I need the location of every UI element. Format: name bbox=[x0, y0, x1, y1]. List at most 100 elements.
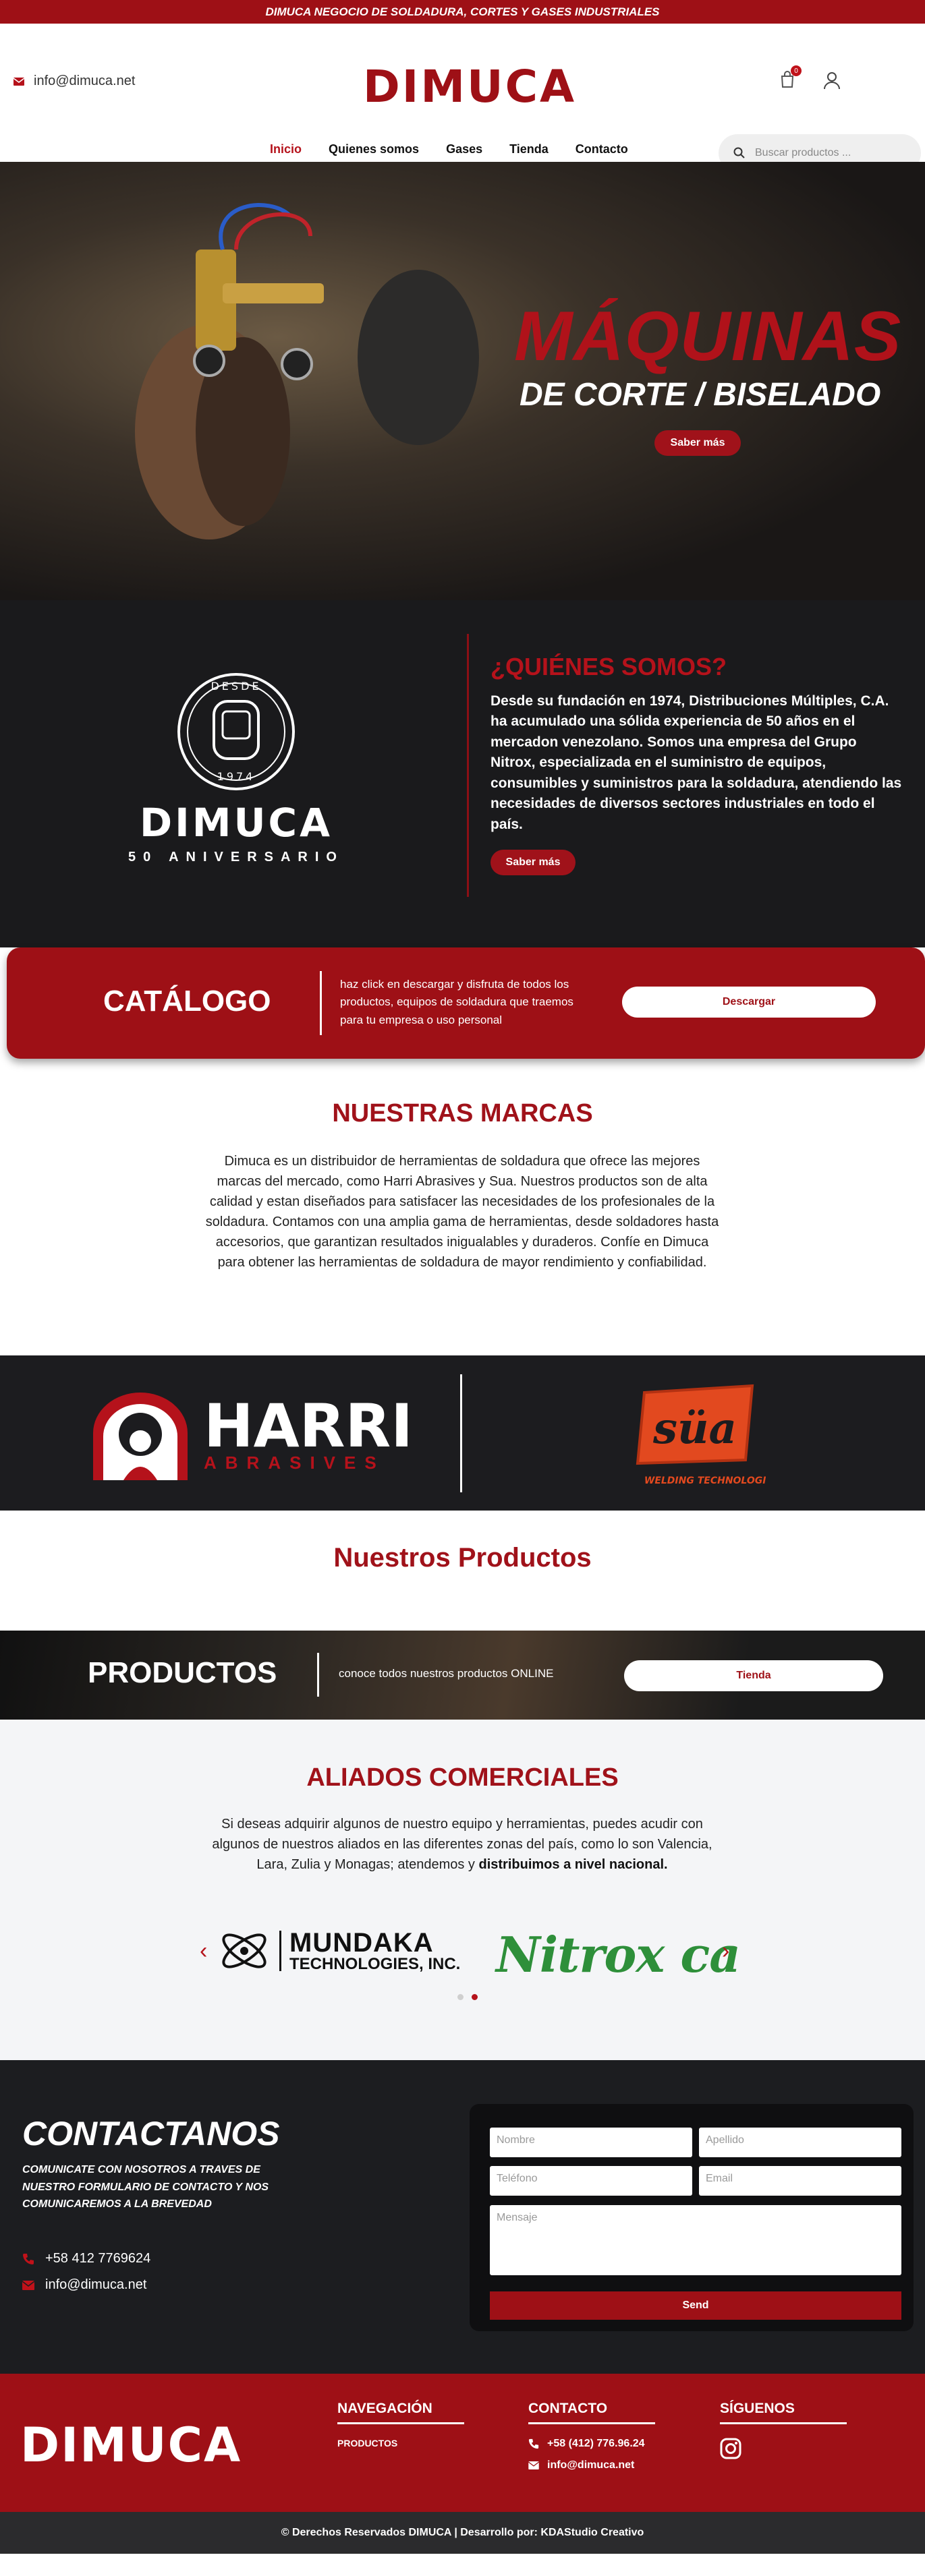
tienda-button[interactable]: Tienda bbox=[624, 1660, 883, 1691]
send-button[interactable]: Send bbox=[490, 2291, 901, 2320]
products-divider bbox=[317, 1653, 319, 1697]
harri-mascot-icon bbox=[93, 1393, 188, 1480]
about-brand: DIMUCA bbox=[140, 800, 333, 846]
brand-logos-strip: HARRI ABRASIVES süa WELDING TECHNOLOGIES bbox=[0, 1355, 925, 1511]
about-anniversary: 50 ANIVERSARIO bbox=[128, 850, 344, 865]
header-email-text: info@dimuca.net bbox=[34, 74, 136, 88]
contact-section: CONTACTANOS COMUNICATE CON NOSOTROS A TR… bbox=[0, 2060, 925, 2374]
footer-contact-column: CONTACTO +58 (412) 776.96.24 info@dimuca… bbox=[528, 2401, 655, 2481]
catalog-title: CATÁLOGO bbox=[103, 985, 271, 1018]
catalog-text: haz click en descargar y disfruta de tod… bbox=[340, 978, 573, 1026]
footer-nav-productos[interactable]: PRODUCTOS bbox=[337, 2438, 464, 2449]
nav-item-contacto[interactable]: Contacto bbox=[576, 142, 628, 156]
about-divider bbox=[467, 634, 469, 897]
cart-icon[interactable]: 0 bbox=[779, 65, 802, 88]
footer-social-title: SÍGUENOS bbox=[720, 2401, 847, 2424]
hero-saber-mas-button[interactable]: Saber más bbox=[654, 430, 741, 456]
phone-icon bbox=[528, 2438, 539, 2449]
copyright-text: © Derechos Reservados DIMUCA | Desarroll… bbox=[281, 2527, 644, 2538]
footer-phone[interactable]: +58 (412) 776.96.24 bbox=[528, 2438, 655, 2450]
hero-banner: MÁQUINAS DE CORTE / BISELADO Saber más bbox=[0, 162, 925, 600]
harri-abrasives-logo[interactable]: HARRI ABRASIVES bbox=[86, 1393, 413, 1480]
announcement-text: DIMUCA NEGOCIO DE SOLDADURA, CORTES Y GA… bbox=[265, 5, 660, 18]
email-field[interactable]: Email bbox=[699, 2166, 901, 2196]
envelope-icon bbox=[528, 2461, 539, 2469]
footer-logo[interactable]: DIMUCA bbox=[20, 2418, 242, 2473]
allies-section: ALIADOS COMERCIALES Si deseas adquirir a… bbox=[0, 1720, 925, 2060]
brand-logos-divider bbox=[460, 1374, 462, 1492]
envelope-icon bbox=[13, 77, 24, 86]
products-heading-section: Nuestros Productos bbox=[0, 1511, 925, 1631]
mundaka-logo[interactable]: MUNDAKA TECHNOLOGIES, INC. bbox=[217, 1927, 460, 1974]
cart-count-badge: 0 bbox=[791, 65, 802, 76]
top-announcement-bar: DIMUCA NEGOCIO DE SOLDADURA, CORTES Y GA… bbox=[0, 0, 925, 24]
catalog-divider bbox=[320, 971, 322, 1035]
products-heading: Nuestros Productos bbox=[333, 1543, 592, 1573]
apellido-field[interactable]: Apellido bbox=[699, 2128, 901, 2157]
contact-form: Nombre Apellido Teléfono Email Mensaje S… bbox=[470, 2104, 914, 2331]
catalog-section: CATÁLOGO haz click en descargar y disfru… bbox=[0, 947, 925, 1062]
harri-subtitle: ABRASIVES bbox=[204, 1453, 385, 1473]
nav-item-gases[interactable]: Gases bbox=[446, 142, 482, 156]
nav-item-quienes-somos[interactable]: Quienes somos bbox=[329, 142, 419, 156]
carousel-dots bbox=[457, 1994, 478, 2000]
products-title: PRODUCTOS bbox=[88, 1656, 277, 1689]
mundaka-atom-icon bbox=[222, 1933, 267, 1968]
catalog-card: CATÁLOGO haz click en descargar y disfru… bbox=[7, 947, 925, 1059]
nav-item-tienda[interactable]: Tienda bbox=[509, 142, 549, 156]
carousel-next-arrow-icon[interactable]: › bbox=[722, 1938, 729, 1964]
cutting-machine-image bbox=[135, 203, 479, 539]
instagram-icon[interactable] bbox=[720, 2438, 741, 2459]
sua-subtitle: WELDING TECHNOLOGIES bbox=[644, 1475, 766, 1486]
seal-year-text: 1974 bbox=[217, 770, 256, 783]
hero-title: MÁQUINAS bbox=[514, 297, 902, 376]
contact-subtitle: COMUNICATE CON NOSOTROS A TRAVES DE NUES… bbox=[22, 2164, 269, 2211]
sua-welding-logo[interactable]: süa WELDING TECHNOLOGIES bbox=[631, 1379, 766, 1494]
footer-email[interactable]: info@dimuca.net bbox=[528, 2459, 655, 2471]
user-icon[interactable] bbox=[823, 71, 841, 93]
anniversary-seal-icon: DESDE 1974 bbox=[177, 673, 295, 790]
footer-contact-title: CONTACTO bbox=[528, 2401, 655, 2424]
footer-nav-title: NAVEGACIÓN bbox=[337, 2401, 464, 2424]
contact-email-text: info@dimuca.net bbox=[45, 2277, 147, 2292]
telefono-field[interactable]: Teléfono bbox=[490, 2166, 692, 2196]
harri-name: HARRI bbox=[204, 1391, 414, 1461]
about-section: DESDE 1974 DIMUCA 50 ANIVERSARIO ¿QUIÉNE… bbox=[0, 600, 925, 947]
footer-email-text: info@dimuca.net bbox=[547, 2459, 635, 2471]
contact-email[interactable]: info@dimuca.net bbox=[22, 2277, 146, 2293]
contact-title: CONTACTANOS bbox=[22, 2115, 280, 2153]
carousel-prev-arrow-icon[interactable]: ‹ bbox=[200, 1938, 207, 1964]
contact-phone-text: +58 412 7769624 bbox=[45, 2251, 151, 2266]
hero-subtitle: DE CORTE / BISELADO bbox=[520, 377, 881, 413]
envelope-icon bbox=[22, 2280, 34, 2290]
about-text: Desde su fundación en 1974, Distribucion… bbox=[490, 693, 902, 832]
nav-item-inicio[interactable]: Inicio bbox=[270, 142, 302, 156]
phone-icon bbox=[23, 2253, 34, 2264]
search-icon bbox=[733, 147, 745, 158]
dimuca-logo[interactable]: DIMUCA bbox=[363, 61, 576, 113]
footer-nav-column: NAVEGACIÓN PRODUCTOS bbox=[337, 2401, 464, 2458]
allies-text: Si deseas adquirir algunos de nuestro eq… bbox=[202, 1814, 722, 1875]
footer-phone-text: +58 (412) 776.96.24 bbox=[547, 2438, 645, 2449]
site-header: info@dimuca.net DIMUCA 0 Inicio Quienes … bbox=[0, 24, 925, 172]
carousel-dot[interactable] bbox=[457, 1994, 464, 2000]
nitrox-logo[interactable]: Nitrox ca bbox=[496, 1926, 741, 1983]
products-text: conoce todos nuestros productos ONLINE bbox=[339, 1667, 554, 1680]
footer-social-column: SÍGUENOS bbox=[720, 2401, 847, 2463]
header-email[interactable]: info@dimuca.net bbox=[13, 74, 135, 89]
site-footer: DIMUCA NAVEGACIÓN PRODUCTOS CONTACTO +58… bbox=[0, 2374, 925, 2512]
copyright-bar: © Derechos Reservados DIMUCA | Desarroll… bbox=[0, 2512, 925, 2554]
mensaje-field[interactable]: Mensaje bbox=[490, 2205, 901, 2275]
main-nav: Inicio Quienes somos Gases Tienda Contac… bbox=[270, 142, 628, 156]
contact-phone[interactable]: +58 412 7769624 bbox=[22, 2251, 150, 2266]
allies-text-bold: distribuimos a nivel nacional. bbox=[478, 1857, 668, 1872]
about-title: ¿QUIÉNES SOMOS? bbox=[490, 653, 727, 680]
nombre-field[interactable]: Nombre bbox=[490, 2128, 692, 2157]
carousel-dot-active[interactable] bbox=[472, 1994, 478, 2000]
about-saber-mas-button[interactable]: Saber más bbox=[490, 850, 576, 875]
mundaka-name: MUNDAKA bbox=[289, 1928, 434, 1958]
brands-title: NUESTRAS MARCAS bbox=[332, 1099, 593, 1128]
download-catalog-button[interactable]: Descargar bbox=[622, 987, 876, 1018]
seal-top-text: DESDE bbox=[211, 680, 261, 693]
mundaka-subtitle: TECHNOLOGIES, INC. bbox=[289, 1955, 461, 1973]
